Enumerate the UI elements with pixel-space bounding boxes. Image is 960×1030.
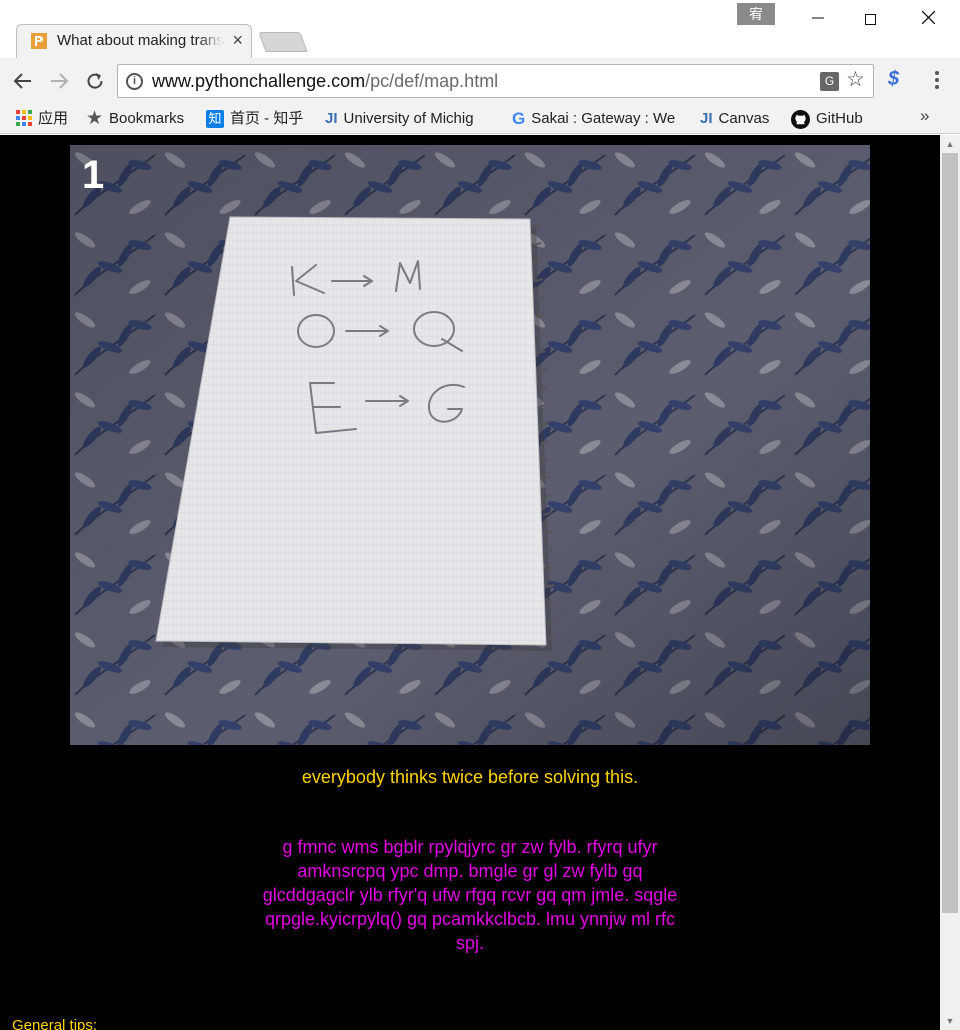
bookmark-label: GitHub <box>816 110 863 127</box>
tab-title-fade <box>199 27 223 55</box>
general-tips-heading: General tips: <box>12 1017 98 1030</box>
url-host: www.pythonchallenge.com <box>152 71 366 91</box>
ji-icon: JI <box>325 110 338 128</box>
tab-close-icon[interactable]: × <box>232 30 243 50</box>
bookmark-apps[interactable]: 应用 <box>16 107 68 131</box>
scrollbar-thumb[interactable] <box>942 153 958 913</box>
github-icon <box>791 109 810 129</box>
bookmarks-bar: 应用 ★ Bookmarks 知首页 - 知乎 JI University of M… <box>0 104 960 134</box>
maximize-icon <box>864 13 876 25</box>
url-text[interactable]: www.pythonchallenge.com/pc/def/map.html <box>152 71 498 92</box>
notebook-photo <box>70 145 870 745</box>
bookmark-github[interactable]: GitHub <box>791 107 863 131</box>
info-icon[interactable]: i <box>126 73 143 90</box>
scroll-down-arrow-icon[interactable]: ▼ <box>940 1012 960 1030</box>
new-tab-button[interactable] <box>258 32 308 52</box>
reload-icon <box>87 73 103 89</box>
browser-toolbar: i www.pythonchallenge.com/pc/def/map.htm… <box>0 58 960 104</box>
page-caption: everybody thinks twice before solving th… <box>301 767 639 787</box>
ji-icon: JI <box>700 110 713 128</box>
zhihu-icon: 知 <box>206 110 224 129</box>
bookmark-canvas[interactable]: JI Canvas <box>700 107 769 131</box>
address-bar[interactable]: i www.pythonchallenge.com/pc/def/map.htm… <box>117 64 874 98</box>
page-viewport: 1 everybody thinks twice before solving … <box>0 135 940 1030</box>
ime-badge: 宥 <box>737 3 775 25</box>
bookmark-label: Sakai : Gateway : We <box>531 110 676 127</box>
extension-icon[interactable]: $ <box>888 68 899 91</box>
bookmark-bookmarks[interactable]: ★ Bookmarks <box>86 107 184 131</box>
challenge-image: 1 <box>70 145 870 745</box>
browser-menu-icon[interactable] <box>928 68 946 94</box>
minimize-icon <box>812 17 824 19</box>
forward-button[interactable] <box>46 68 72 94</box>
reload-button[interactable] <box>82 68 108 94</box>
bookmark-label: 首页 - 知乎 <box>230 110 304 127</box>
star-icon: ★ <box>86 108 104 130</box>
cipher-text: g fmnc wms bgblr rpylqjyrc gr zw fylb. r… <box>262 837 678 953</box>
apps-grid-icon <box>16 110 32 127</box>
bookmark-label: University of Michig <box>343 110 474 127</box>
forward-arrow-icon <box>51 73 69 89</box>
title-bar: What about making trans × 宥 <box>0 0 960 58</box>
bookmark-label: Canvas <box>718 110 770 127</box>
bookmark-star-icon[interactable]: ☆ <box>846 67 865 92</box>
url-path: /pc/def/map.html <box>365 71 499 91</box>
bookmark-label: 应用 <box>38 110 69 127</box>
bookmark-sakai[interactable]: G Sakai : Gateway : We <box>512 107 677 131</box>
bookmark-label: Bookmarks <box>109 110 185 127</box>
translate-icon[interactable]: G <box>820 72 839 91</box>
maximize-button[interactable] <box>848 4 892 32</box>
vertical-scrollbar[interactable]: ▲ ▼ <box>940 135 960 1030</box>
bookmark-zhihu[interactable]: 知首页 - 知乎 <box>206 107 303 131</box>
back-button[interactable] <box>10 68 36 94</box>
minimize-button[interactable] <box>796 4 840 32</box>
browser-tab[interactable]: What about making trans × <box>16 24 252 58</box>
bookmark-umich[interactable]: JI University of Michig <box>325 107 487 131</box>
google-icon: G <box>512 109 526 129</box>
python-challenge-favicon-icon <box>31 33 47 49</box>
window-close-button[interactable] <box>906 4 950 32</box>
scroll-up-arrow-icon[interactable]: ▲ <box>940 135 960 153</box>
back-arrow-icon <box>13 73 31 89</box>
bookmarks-overflow-icon[interactable]: » <box>920 106 929 126</box>
frame-number: 1 <box>82 153 105 197</box>
window-close-icon <box>921 10 935 25</box>
